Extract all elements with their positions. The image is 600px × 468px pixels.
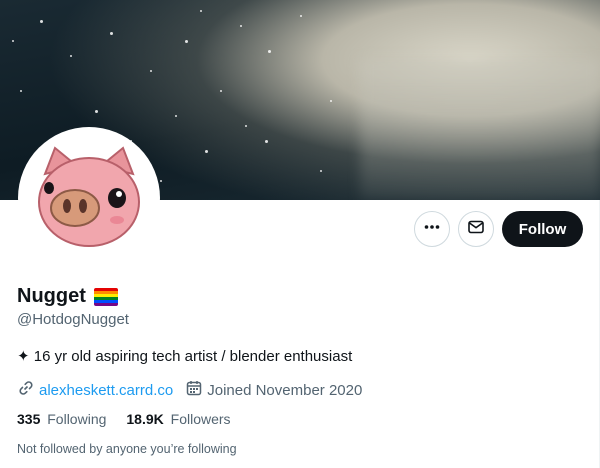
joined-item: Joined November 2020 [185,379,362,401]
calendar-icon [185,379,203,401]
following-label: Following [47,411,107,427]
rainbow-flag-icon [93,287,118,306]
more-button[interactable] [414,211,450,247]
followers-count: 18.9K [126,411,164,427]
joined-date: Joined November 2020 [207,381,363,399]
website-item: alexheskett.carrd.co [17,379,173,401]
envelope-icon [467,218,485,241]
link-icon [17,379,35,401]
profile-bio: ✦ 16 yr old aspiring tech artist / blend… [17,348,353,365]
follow-button[interactable]: Follow [502,211,583,247]
follow-stats: 335 Following 18.9K Followers [17,411,251,427]
followers-label: Followers [170,411,231,427]
message-button[interactable] [458,211,494,247]
followers-link[interactable]: 18.9K Followers [126,411,230,427]
pig-avatar-image [22,131,156,265]
avatar[interactable] [18,127,160,269]
display-name: Nugget [17,285,86,307]
more-icon [423,218,441,241]
user-handle: @HotdogNugget [17,311,129,328]
following-link[interactable]: 335 Following [17,411,106,427]
profile-page: Follow Nugget @HotdogNugget ✦ 16 yr old … [0,0,600,468]
profile-meta: alexheskett.carrd.co Joined November 202… [17,379,374,401]
followers-you-know-note: Not followed by anyone you’re following [17,442,237,456]
following-count: 335 [17,411,41,427]
display-name-row: Nugget [17,285,118,308]
website-link[interactable]: alexheskett.carrd.co [39,382,173,399]
